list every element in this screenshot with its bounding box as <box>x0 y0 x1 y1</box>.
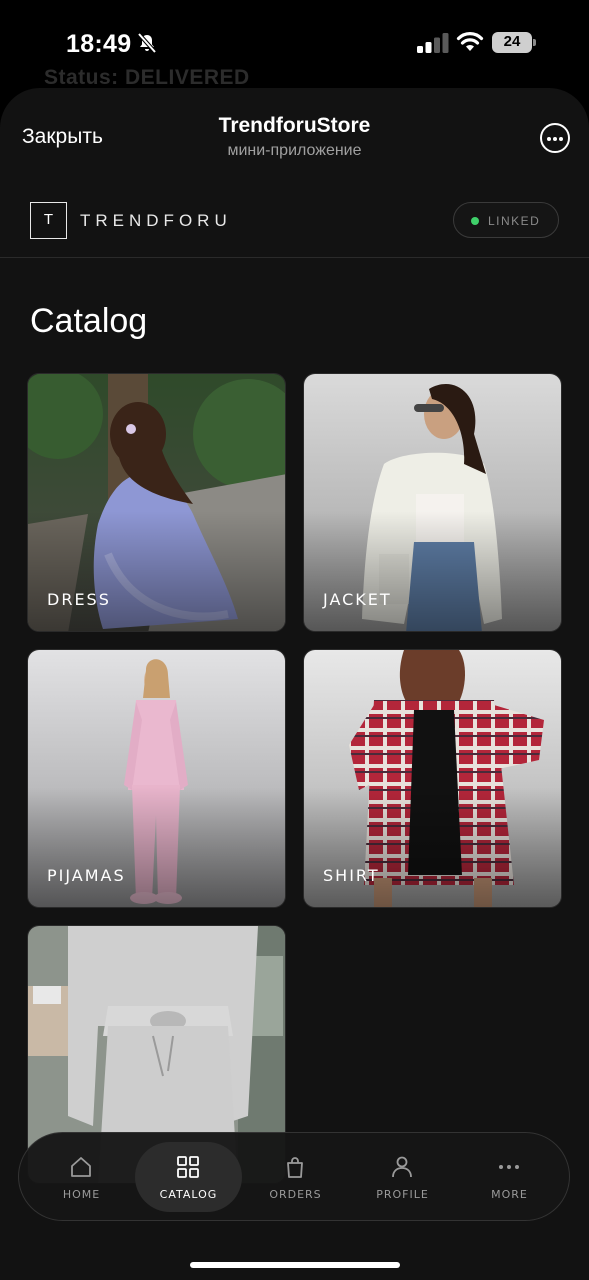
more-circle-icon[interactable] <box>540 123 570 153</box>
wifi-icon <box>456 32 484 51</box>
nav-label: HOME <box>62 1188 101 1201</box>
user-icon <box>392 1156 412 1178</box>
nav-label: ORDERS <box>269 1188 322 1201</box>
page-title: Catalog <box>30 302 148 340</box>
catalog-card-label: JACKET <box>323 590 392 609</box>
catalog-card-label: DRESS <box>47 590 111 609</box>
nav-profile[interactable]: PROFILE <box>349 1142 456 1212</box>
catalog-card-jacket[interactable]: JACKET <box>303 373 562 632</box>
nav-label: MORE <box>491 1188 528 1201</box>
mini-app-sheet: Закрыть TrendforuStore мини-приложение T… <box>0 88 589 1280</box>
telegram-header: Закрыть TrendforuStore мини-приложение <box>0 88 589 180</box>
shopping-bag-icon <box>287 1157 303 1178</box>
status-time: 18:49 <box>66 30 132 58</box>
app-header: T TRENDFORU LINKED <box>0 184 589 258</box>
battery-level: 24 <box>503 33 521 50</box>
battery-icon: 24 <box>492 32 536 54</box>
dots-icon <box>499 1165 519 1169</box>
bottom-navigation: HOME CATALOG ORDERS PROFILE MORE <box>18 1132 570 1221</box>
catalog-card-pijamas[interactable]: PIJAMAS <box>27 649 286 908</box>
linked-status-label: LINKED <box>488 214 541 228</box>
behind-sheet-text: Status: DELIVERED <box>44 66 250 89</box>
mini-app-subtitle: мини-приложение <box>227 142 362 159</box>
catalog-card-shirt[interactable]: SHIRT <box>303 649 562 908</box>
status-dot-icon <box>471 217 479 225</box>
cellular-signal-icon <box>417 33 449 53</box>
nav-label: CATALOG <box>159 1188 218 1201</box>
linked-status-badge: LINKED <box>453 202 559 238</box>
grid-icon <box>177 1156 199 1178</box>
home-icon <box>71 1157 91 1177</box>
logo-mark: T <box>30 202 67 239</box>
status-bar: 18:49 24 Status: DELIVERED <box>0 0 589 89</box>
home-indicator[interactable] <box>190 1262 400 1268</box>
catalog-card-label: SHIRT <box>323 866 380 885</box>
nav-orders[interactable]: ORDERS <box>242 1142 349 1212</box>
nav-catalog[interactable]: CATALOG <box>135 1142 242 1212</box>
mini-app-title: TrendforuStore <box>218 114 371 137</box>
nav-label: PROFILE <box>376 1188 429 1201</box>
logo-text: TRENDFORU <box>80 211 232 230</box>
screen: 18:49 24 Status: DELIVERED Закрыть Trend… <box>0 0 589 1280</box>
bell-muted-icon <box>137 32 157 54</box>
nav-home[interactable]: HOME <box>28 1142 135 1212</box>
nav-more[interactable]: MORE <box>456 1142 563 1212</box>
catalog-card-dress[interactable]: DRESS <box>27 373 286 632</box>
catalog-card-label: PIJAMAS <box>47 866 126 885</box>
